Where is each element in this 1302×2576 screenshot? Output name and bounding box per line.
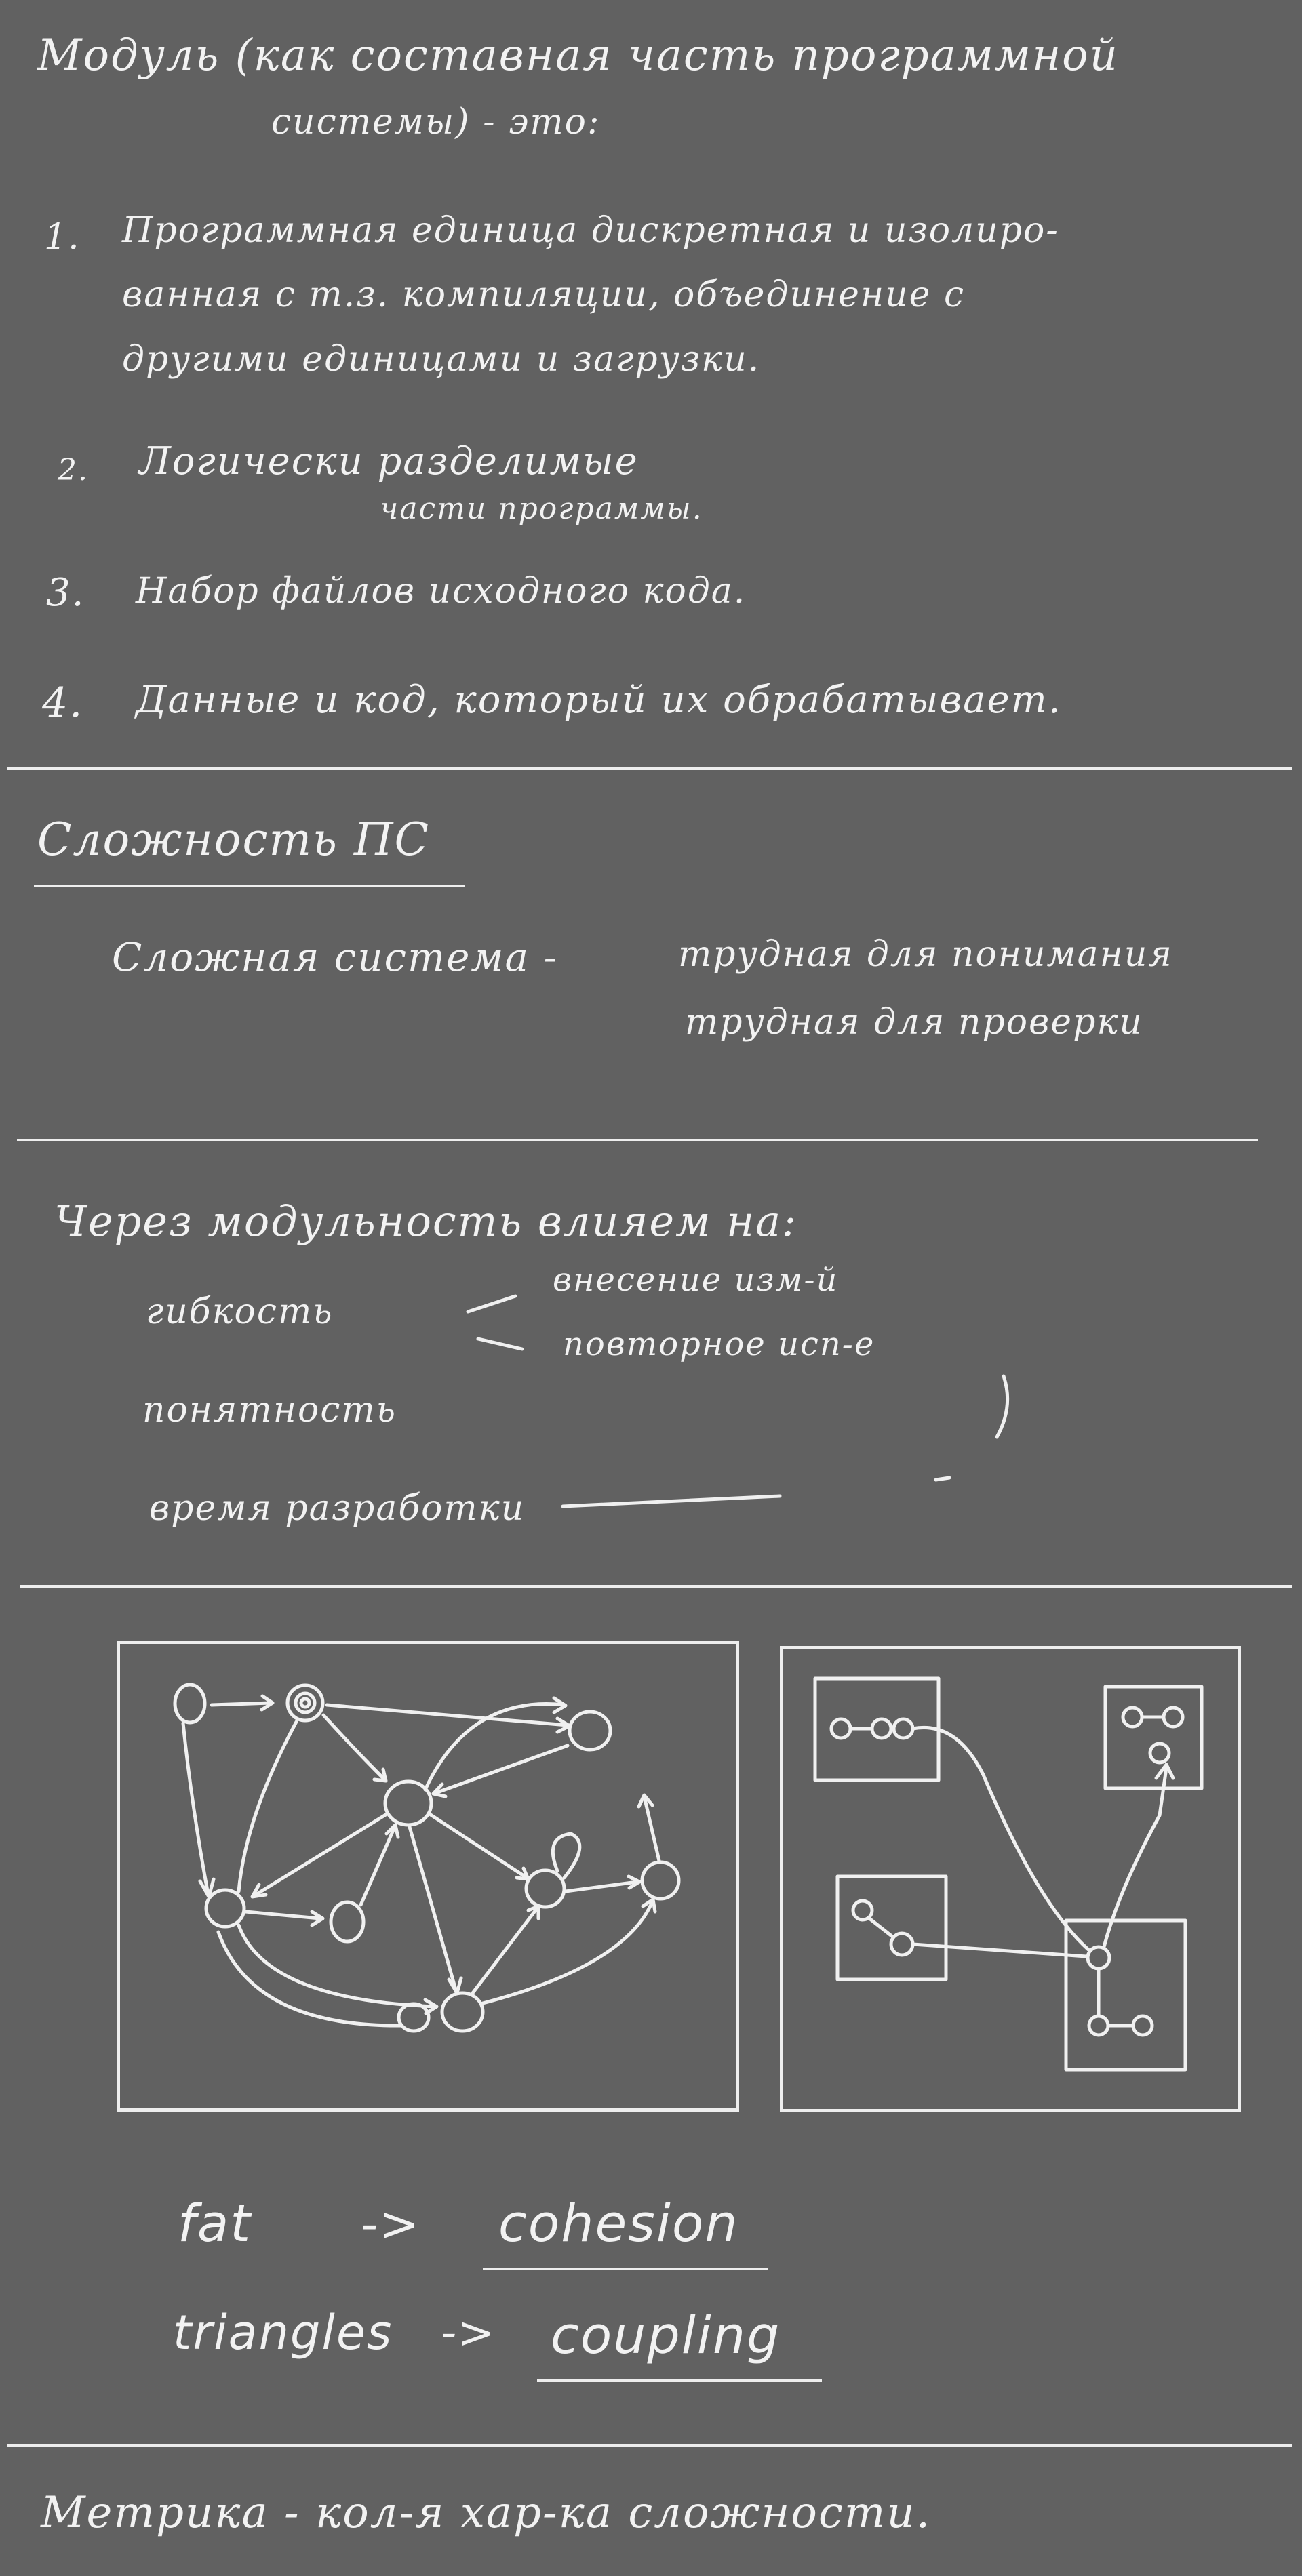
modularity-branch-changes: внесение изм-й [553, 1261, 839, 1299]
relation-fat: fat [178, 2193, 252, 2253]
relation-coupling: coupling [551, 2305, 781, 2365]
cohesion-underline [483, 2268, 768, 2270]
modularity-item-dev-time: время разработки [149, 1488, 526, 1529]
node [294, 1691, 317, 1714]
node [440, 1991, 485, 2033]
node [329, 1900, 366, 1944]
node [568, 1710, 612, 1752]
metrics-text: Метрика - кол-я хар-ка сложности. [41, 2488, 932, 2538]
node [1086, 1945, 1111, 1971]
node [1121, 1706, 1144, 1729]
node [870, 1717, 893, 1740]
node [204, 1888, 246, 1929]
tangled-graph-drawing [173, 1683, 681, 2033]
node [285, 1683, 325, 1723]
node [173, 1683, 207, 1725]
relation-triangles-arrow: -> [441, 2308, 496, 2358]
node [1162, 1706, 1185, 1729]
modular-graph-drawing [813, 1676, 1204, 2072]
coupling-underline [537, 2379, 822, 2382]
node [829, 1717, 852, 1740]
relation-cohesion: cohesion [498, 2193, 739, 2253]
module-box [835, 1874, 948, 1981]
module-box [1103, 1685, 1204, 1790]
divider-4 [7, 2444, 1292, 2447]
node [1148, 1742, 1171, 1765]
node [397, 2002, 431, 2033]
modularity-item-understandability: понятность [142, 1390, 397, 1430]
relation-triangles: triangles [173, 2305, 393, 2360]
module-box [1064, 1918, 1187, 2072]
node [1131, 2014, 1154, 2037]
node [299, 1697, 311, 1709]
node [892, 1717, 915, 1740]
node [889, 1931, 915, 1957]
node [524, 1868, 566, 1909]
node [1087, 2014, 1110, 2037]
relation-fat-arrow: -> [361, 2196, 420, 2252]
node [640, 1860, 681, 1901]
modularity-branch-reuse: повторное исп-е [563, 1325, 875, 1363]
divider-3 [20, 1585, 1292, 1588]
